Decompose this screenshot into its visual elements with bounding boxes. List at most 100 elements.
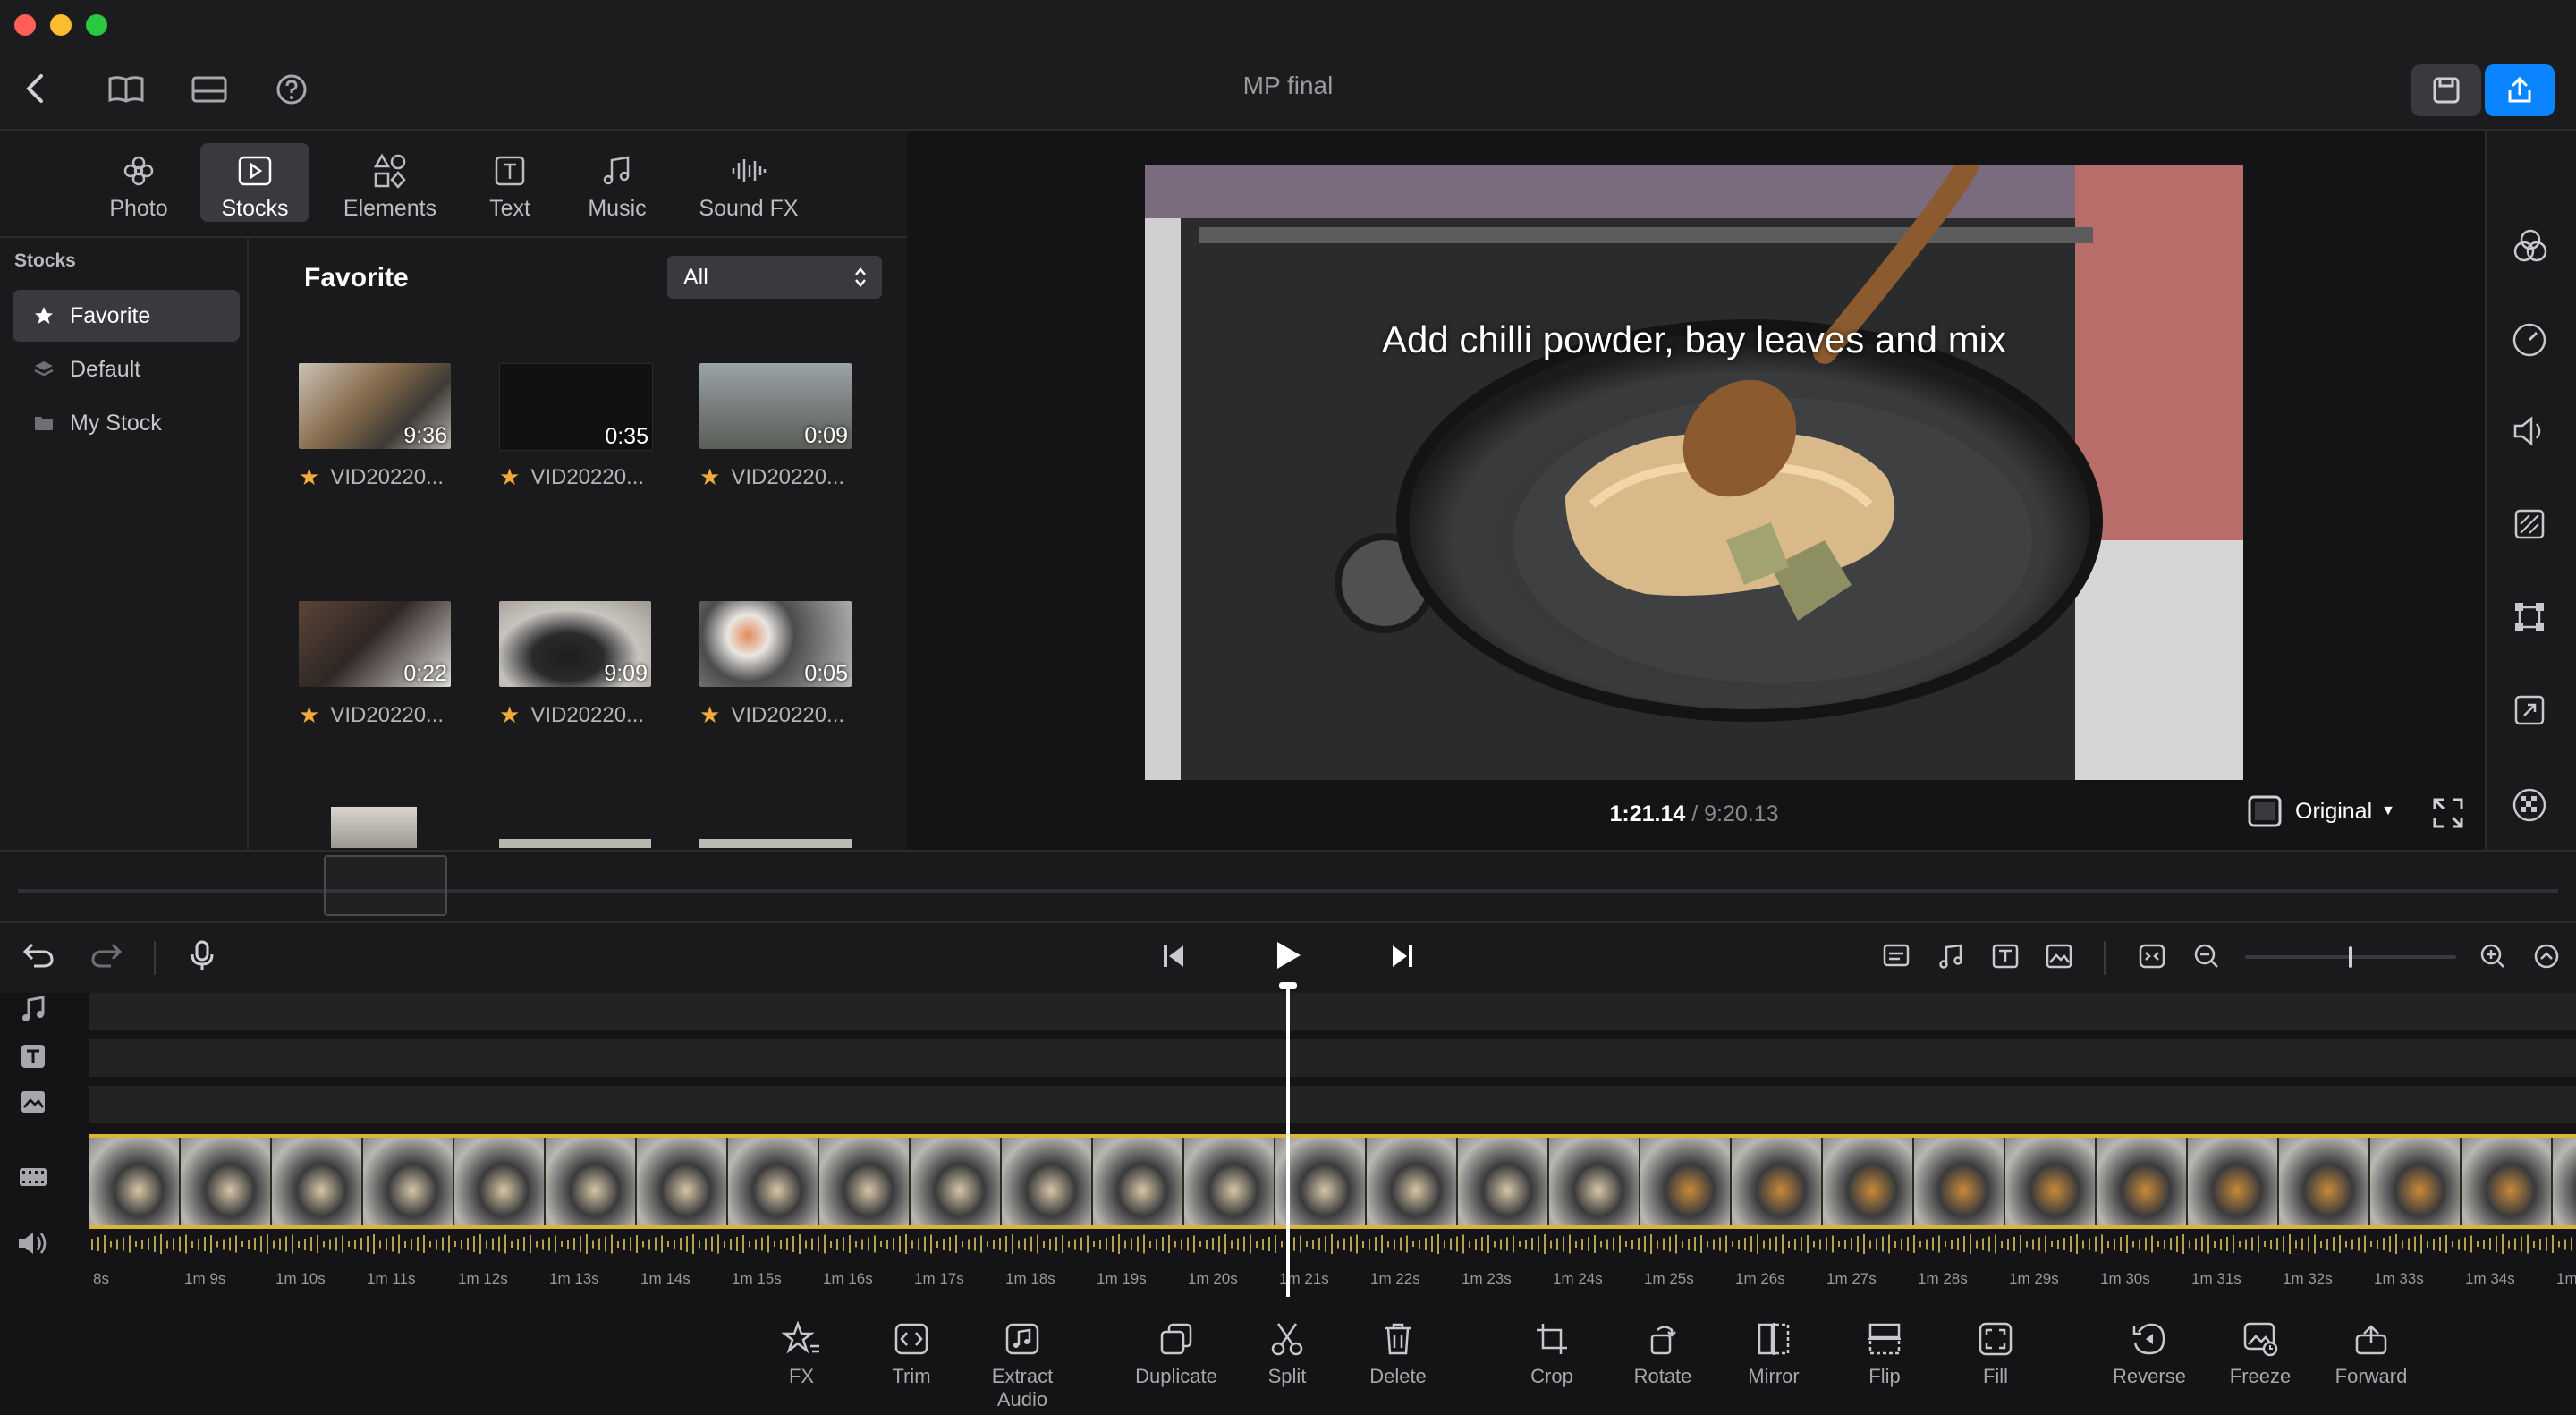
- skip-back-icon[interactable]: [1161, 943, 1186, 970]
- waveform-bar: [861, 1239, 863, 1250]
- clip-label: ★ VID20220...: [499, 463, 645, 490]
- duplicate-button[interactable]: Duplicate: [1123, 1320, 1230, 1388]
- crop-button[interactable]: Crop: [1498, 1320, 1606, 1388]
- split-button[interactable]: Split: [1233, 1320, 1341, 1388]
- waveform-bar: [1199, 1241, 1201, 1247]
- volume-icon[interactable]: [2512, 415, 2549, 447]
- sidebar-item-my-stock[interactable]: My Stock: [13, 397, 240, 449]
- clip-thumbnail[interactable]: 9:09: [499, 601, 651, 687]
- zoom-out-icon[interactable]: [2193, 943, 2220, 970]
- music-track-lane[interactable]: [89, 993, 2576, 1030]
- rotate-button[interactable]: Rotate: [1609, 1320, 1716, 1388]
- mask-icon[interactable]: [2512, 787, 2547, 823]
- close-window-button[interactable]: [14, 14, 36, 36]
- tab-text[interactable]: Text: [456, 143, 564, 222]
- extract-audio-button[interactable]: Extract Audio: [969, 1320, 1076, 1411]
- fx-button[interactable]: FX: [748, 1320, 855, 1388]
- clip-thumbnail[interactable]: 0:09: [699, 363, 852, 449]
- skip-forward-icon[interactable]: [1390, 943, 1415, 970]
- zoom-slider-thumb[interactable]: [2349, 946, 2352, 968]
- waveform-bar: [1700, 1235, 1702, 1253]
- flip-button[interactable]: Flip: [1831, 1320, 1938, 1388]
- waveform-bar: [116, 1239, 118, 1250]
- export-button[interactable]: [2485, 64, 2555, 116]
- mirror-icon: [1756, 1320, 1792, 1358]
- ruler-label: 8s: [93, 1270, 109, 1287]
- add-text-icon[interactable]: [1991, 943, 2020, 970]
- microphone-icon[interactable]: [190, 939, 215, 971]
- clip-frame: [2370, 1138, 2460, 1225]
- overlay-track-lane[interactable]: [89, 1086, 2576, 1123]
- redo-icon[interactable]: [89, 941, 123, 970]
- filter-dropdown[interactable]: All: [667, 256, 882, 299]
- speed-icon[interactable]: [2512, 322, 2547, 358]
- zoom-in-icon[interactable]: [2479, 943, 2506, 970]
- resize-icon[interactable]: [2513, 694, 2546, 726]
- aspect-ratio-selector[interactable]: Original ▼: [2247, 794, 2395, 828]
- freeze-button[interactable]: Freeze: [2207, 1320, 2314, 1388]
- clip-thumbnail[interactable]: 0:22: [299, 601, 451, 687]
- sidebar-item-default[interactable]: Default: [13, 343, 240, 395]
- tab-sound-fx[interactable]: Sound FX: [691, 143, 807, 222]
- sidebar-title: Stocks: [14, 250, 76, 271]
- add-subtitle-icon[interactable]: [1882, 943, 1911, 970]
- add-overlay-icon[interactable]: [2045, 943, 2073, 970]
- clip-thumbnail[interactable]: [331, 807, 417, 848]
- clip-thumbnail[interactable]: 9:36: [299, 363, 451, 449]
- tab-elements[interactable]: Elements: [336, 143, 444, 222]
- timeline-ruler[interactable]: 8s 1m 9s 1m 10s 1m 11s 1m 12s 1m 13s 1m 14s 1m …: [89, 1270, 2576, 1292]
- rotate-icon: [1645, 1320, 1681, 1358]
- playhead[interactable]: [1286, 984, 1290, 1297]
- music-track-icon: [20, 995, 47, 1023]
- playhead-handle[interactable]: [1279, 982, 1297, 989]
- clip-thumbnail[interactable]: 0:05: [699, 601, 852, 687]
- waveform-bar: [2001, 1241, 2003, 1248]
- star-icon: ★: [499, 463, 521, 490]
- text-track-lane[interactable]: [89, 1039, 2576, 1077]
- minimize-window-button[interactable]: [50, 14, 72, 36]
- waveform-bar: [141, 1240, 143, 1249]
- overview-viewport[interactable]: [324, 855, 447, 916]
- waveform-bar: [605, 1236, 606, 1252]
- waveform-bar: [799, 1234, 801, 1254]
- tab-music[interactable]: Music: [564, 143, 671, 222]
- tab-stocks[interactable]: Stocks: [200, 143, 309, 222]
- fullscreen-icon[interactable]: [2431, 796, 2465, 830]
- waveform-bar: [1995, 1234, 1996, 1254]
- transform-icon[interactable]: [2513, 601, 2546, 633]
- tab-photo[interactable]: Photo: [84, 143, 193, 222]
- clip-thumbnail[interactable]: [699, 839, 852, 848]
- waveform-bar: [254, 1238, 256, 1250]
- undo-icon[interactable]: [21, 941, 55, 970]
- color-filter-icon[interactable]: [2512, 227, 2549, 265]
- waveform-bar: [2452, 1241, 2453, 1248]
- video-caption[interactable]: Add chilli powder, bay leaves and mix: [1145, 318, 2243, 361]
- speaker-track-icon[interactable]: [16, 1229, 50, 1258]
- waveform-bar: [2326, 1239, 2328, 1250]
- sidebar-item-favorite[interactable]: Favorite: [13, 290, 240, 342]
- video-preview[interactable]: [1145, 165, 2243, 780]
- reverse-button[interactable]: Reverse: [2096, 1320, 2203, 1388]
- maximize-window-button[interactable]: [86, 14, 107, 36]
- waveform-bar: [1024, 1238, 1026, 1250]
- save-button[interactable]: [2411, 64, 2481, 116]
- background-icon[interactable]: [2513, 508, 2546, 540]
- play-button[interactable]: [1274, 939, 1302, 971]
- forward-button[interactable]: Forward: [2318, 1320, 2425, 1388]
- mirror-button[interactable]: Mirror: [1720, 1320, 1827, 1388]
- video-clip-strip[interactable]: [89, 1134, 2576, 1229]
- collapse-icon[interactable]: [2533, 943, 2560, 970]
- waveform-bar: [1412, 1241, 1414, 1247]
- text-box-icon: [494, 151, 526, 191]
- add-music-icon[interactable]: [1937, 943, 1966, 970]
- delete-button[interactable]: Delete: [1344, 1320, 1452, 1388]
- clip-thumbnail[interactable]: 0:35: [499, 363, 653, 451]
- fill-button[interactable]: Fill: [1942, 1320, 2049, 1388]
- clip-thumbnail[interactable]: [499, 839, 651, 848]
- fit-timeline-icon[interactable]: [2138, 943, 2166, 970]
- waveform-bar: [1312, 1240, 1314, 1249]
- trim-button[interactable]: Trim: [858, 1320, 965, 1388]
- ruler-label: 1m 18s: [1005, 1270, 1055, 1287]
- waveform-bar: [2114, 1239, 2115, 1250]
- waveform-bar: [1419, 1240, 1420, 1249]
